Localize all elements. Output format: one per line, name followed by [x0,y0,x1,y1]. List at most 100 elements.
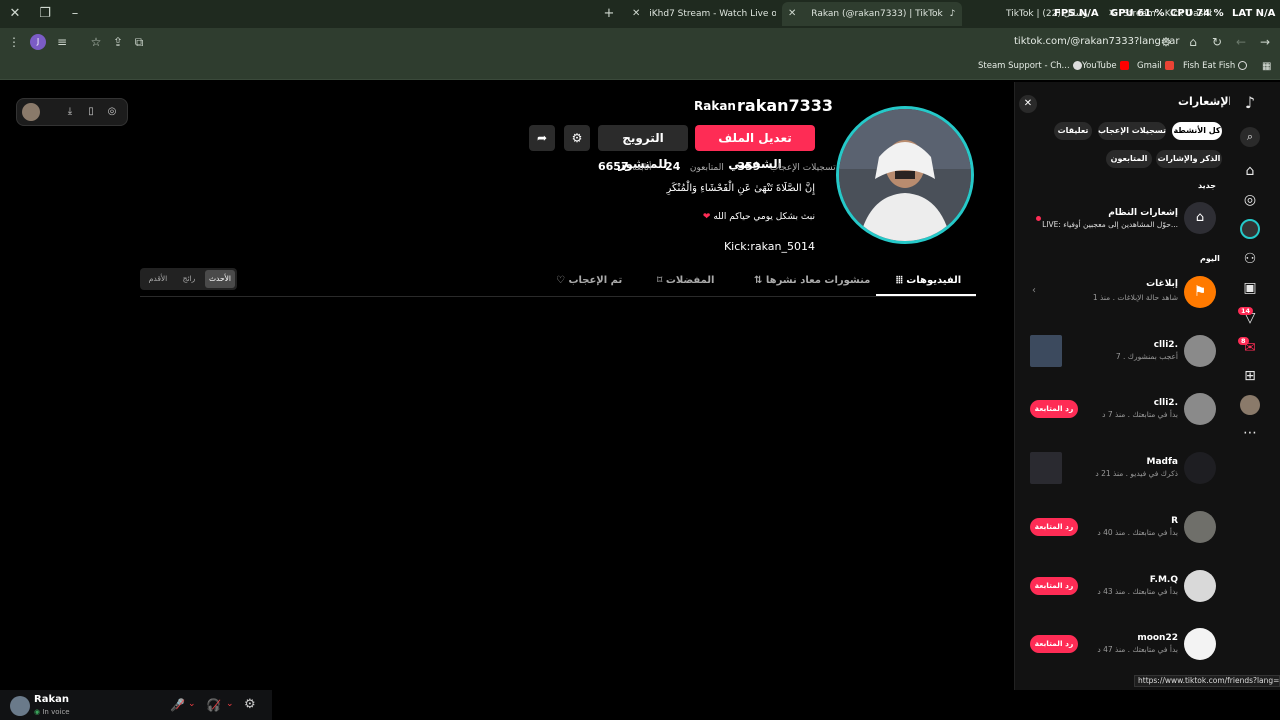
profile-username: rakan7333 [737,96,834,115]
tiktok-logo-icon[interactable]: ♪ [1240,93,1260,113]
bookmark-fish-eat-fish[interactable]: Fish Eat Fish [1183,61,1248,71]
user-avatar [1184,452,1216,484]
download-icon[interactable]: ⤓ [62,104,78,120]
notification-system[interactable]: ⌂ إشعارات النظام LIVE: حوّل المشاهدين إل… [1030,202,1220,236]
menu-dots-icon[interactable]: ⋮ [6,34,22,50]
live-avatar[interactable] [1240,219,1260,239]
explore-icon[interactable]: ◎ [1240,190,1260,210]
repost-icon: ⇅ [754,275,763,286]
new-tab-button[interactable]: + [600,5,618,23]
close-window-icon[interactable]: ✕ [6,5,24,23]
post-thumbnail[interactable] [1030,452,1062,484]
mic-chevron-icon[interactable]: ⌄ [188,699,196,709]
filter-mentions[interactable]: الذكر والإشارات [1156,150,1222,168]
tab-kick-stream[interactable]: ✕ iKhd7 Stream - Watch Live on K [626,2,776,26]
edit-profile-button[interactable]: تعديل الملف الشخصي [695,125,815,171]
followers-label: المتابعون [689,163,724,173]
user-avatar [1184,335,1216,367]
settings-gear-icon[interactable]: ⚙ [244,697,256,712]
follow-back-button[interactable]: رد المتابعة [1030,577,1078,595]
notification-reports[interactable]: ⚑ إبلاغات شاهد حالة الإبلاغات . منذ 1 ‹ [1030,275,1220,309]
forward-icon[interactable]: ← [1233,34,1249,50]
live-tv-icon[interactable]: ▣ [1240,278,1260,298]
reload-icon[interactable]: ↻ [1209,34,1225,50]
sort-latest[interactable]: الأحدث [205,270,235,288]
share-arrow-icon[interactable]: ➦ [529,125,555,151]
follow-back-button[interactable]: رد المتابعة [1030,518,1078,536]
compass-icon[interactable]: ◎ [104,104,120,120]
deafen-icon[interactable]: 🎧̸ [206,698,221,712]
site-settings-icon[interactable]: ⚙ [1158,34,1174,50]
voice-icon: ◉ [34,708,41,716]
tab-close-icon[interactable]: ✕ [788,8,796,19]
sort-popular[interactable]: رائج [176,270,202,288]
more-icon[interactable]: ⋯ [1240,423,1260,443]
notification-follow[interactable]: moon22 بدأ في متابعتك . منذ 47 د رد المت… [1030,627,1220,661]
upload-icon[interactable]: ⊞ [1240,366,1260,386]
profile-avatar-large[interactable] [836,106,974,244]
follow-back-button[interactable]: رد المتابعة [1030,635,1078,653]
lat-stat: LAT N/A [1232,8,1276,19]
followers-count[interactable]: 359 [737,160,760,173]
messages-badge: 8 [1238,337,1249,345]
tab-tiktok-profile[interactable]: ✕ Rakan (@rakan7333) | TikTok ♪ ✕ [782,2,962,26]
close-panel-icon[interactable]: ✕ [1019,95,1037,113]
filter-all-activity[interactable]: كل الأنشطة [1172,122,1222,140]
home-icon[interactable]: ⌂ [1185,34,1201,50]
steam-icon [1072,61,1082,70]
likes-label: تسجيلات الإعجاب [769,163,836,173]
filter-likes[interactable]: تسجيلات الإعجاب [1098,122,1166,140]
notification-follow[interactable]: clli2. بدأ في متابعتك . منذ 7 د رد المتا… [1030,392,1220,426]
user-avatar [1184,570,1216,602]
heart-icon: ❤ [702,212,711,222]
user-avatar-small[interactable] [22,103,40,121]
globe-icon [1238,61,1248,70]
discord-avatar[interactable] [10,696,30,716]
settings-gear-icon[interactable]: ⚙ [564,125,590,151]
home-icon[interactable]: ⌂ [1240,161,1260,181]
notification-follow[interactable]: R بدأ في متابعتك . منذ 40 د رد المتابعة [1030,510,1220,544]
sort-oldest[interactable]: الأقدم [144,270,172,288]
notifications-title: الإشعارات [1178,95,1233,108]
mobile-icon[interactable]: ▯ [83,104,99,120]
discord-status: ◉ In voice [34,708,70,716]
post-thumbnail[interactable] [1030,335,1062,367]
notification-mention[interactable]: Madfa ذكرك في فيديو . منذ 21 د [1030,451,1220,485]
restore-window-icon[interactable]: ❐ [36,5,54,23]
minimize-window-icon[interactable]: – [66,5,84,23]
profile-stats: 6657 تسجيلات الإعجاب 359 المتابعون 24 أت… [598,160,836,173]
notification-like[interactable]: clli2. أعجب بمنشورك . 7 [1030,334,1220,368]
chevron-left-icon: ‹ [1032,285,1036,296]
promote-post-button[interactable]: الترويج للمنشور [598,125,688,171]
profile-avatar[interactable]: J [30,34,46,50]
notification-follow[interactable]: F.M.Q بدأ في متابعتك . منذ 43 د رد المتا… [1030,569,1220,603]
mute-mic-icon[interactable]: 🎤̸ [170,698,185,712]
fps-stat: FPS N/A [1054,8,1099,19]
following-icon[interactable]: ⚇ [1240,249,1260,269]
tab-liked[interactable]: ♡ تم الإعجاب [556,275,622,286]
back-icon[interactable]: → [1257,34,1273,50]
extensions-icon[interactable]: ⧉ [131,34,147,50]
deafen-chevron-icon[interactable]: ⌄ [226,699,234,709]
bookmark-steam[interactable]: Steam Support - Ch... [978,61,1082,71]
section-today: اليوم [1200,254,1220,263]
tab-close-icon[interactable]: ✕ [632,8,640,19]
bookmark-gmail[interactable]: Gmail [1137,61,1174,71]
follow-back-button[interactable]: رد المتابعة [1030,400,1078,418]
filter-comments[interactable]: تعليقات [1054,122,1092,140]
tab-favorites[interactable]: ⌑ المفضلات [657,275,714,286]
filter-followers[interactable]: المتابعون [1106,150,1152,168]
grid-icon: ⦙⦙⦙ [896,275,903,286]
reading-list-icon[interactable]: ≡ [54,34,70,50]
share-icon[interactable]: ⇪ [110,34,126,50]
search-icon[interactable]: ⌕ [1240,127,1260,147]
profile-rail-avatar[interactable] [1240,395,1260,415]
following-count[interactable]: 24 [665,160,680,173]
tab-reposts[interactable]: ⇅ منشورات معاد نشرها [754,275,870,286]
bookmark-youtube[interactable]: YouTube [1082,61,1129,71]
gmail-icon [1164,61,1174,70]
apps-grid-icon[interactable]: ▦ [1262,61,1271,72]
bookmark-star-icon[interactable]: ☆ [88,34,104,50]
url-field[interactable]: tiktok.com/@rakan7333?lang=ar [1014,36,1180,47]
tab-videos[interactable]: ⦙⦙⦙ الفيديوهات [896,275,961,286]
